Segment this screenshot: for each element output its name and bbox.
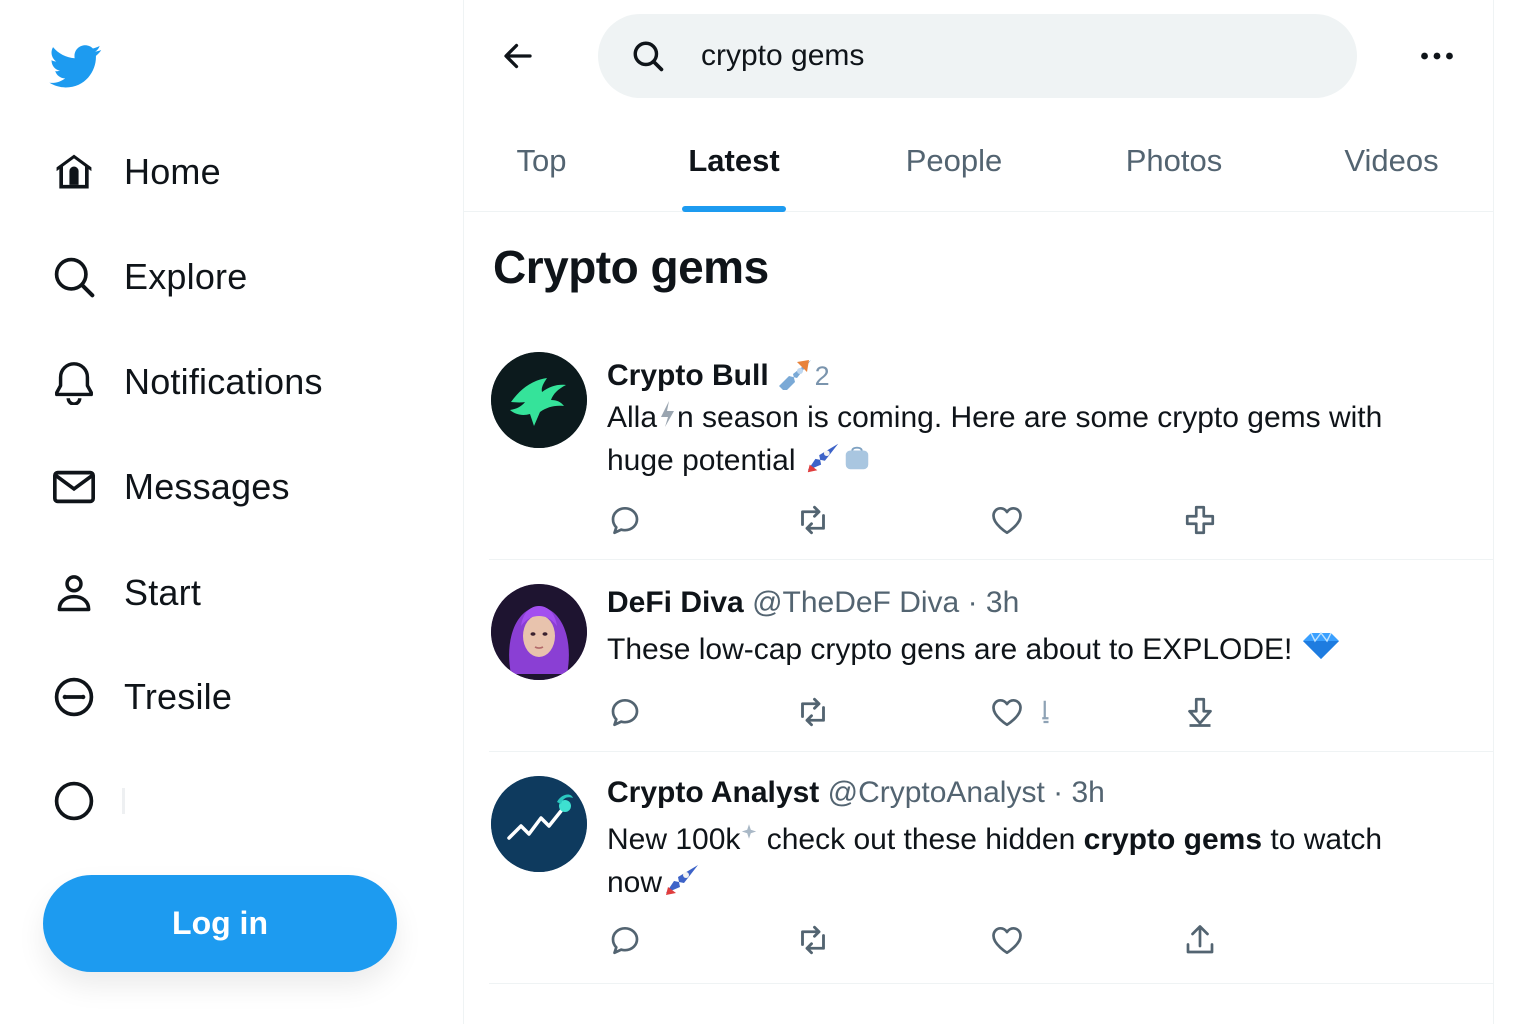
display-name[interactable]: Crypto Bull <box>607 359 769 392</box>
tweet-text: New 100k check out these hidden crypto g… <box>607 820 1467 907</box>
retweet-icon[interactable] <box>795 500 831 540</box>
search-icon <box>50 253 98 301</box>
tweet-text-part: These low-cap crypto gens are about to E… <box>607 633 1293 666</box>
rocket-emoji-icon <box>662 861 702 907</box>
avatar[interactable] <box>491 584 587 680</box>
share-icon[interactable] <box>1182 920 1218 960</box>
gem-emoji-icon <box>1301 631 1341 671</box>
sidebar-item-notifications[interactable]: Notifications <box>50 352 323 412</box>
download-icon[interactable] <box>1182 692 1218 732</box>
avatar[interactable] <box>491 352 587 448</box>
tweet-header: Crypto Analyst @CryptoAnalyst · 3h <box>607 776 1105 810</box>
search-tabs: Top Latest People Photos Videos <box>464 110 1494 212</box>
tab-label: Videos <box>1344 143 1439 178</box>
main-column: Top Latest People Photos Videos Crypto g… <box>463 0 1494 1024</box>
sidebar-item-label: Explore <box>124 256 248 297</box>
share-icon[interactable] <box>1182 500 1218 540</box>
tweet-header: DeFi Diva @TheDeF Diva · 3h <box>607 586 1019 620</box>
tweet-text-part: to watch <box>1262 823 1383 856</box>
tab-label: Latest <box>688 143 780 178</box>
envelope-icon <box>50 463 98 511</box>
like-icon[interactable] <box>989 692 1055 732</box>
like-icon[interactable] <box>989 500 1025 540</box>
tweet-text: These low-cap crypto gens are about to E… <box>607 630 1467 671</box>
display-name[interactable]: DeFi Diva <box>607 586 744 619</box>
tweet-text-part: now <box>607 866 663 899</box>
sparkle-emoji-icon <box>740 821 758 861</box>
tweet-actions <box>607 500 1247 540</box>
search-box[interactable] <box>598 14 1357 98</box>
search-icon <box>630 38 666 74</box>
reply-icon[interactable] <box>607 692 643 732</box>
tweet[interactable]: Crypto Analyst @CryptoAnalyst · 3h New 1… <box>489 752 1493 984</box>
handle-and-time[interactable]: @TheDeF Diva · 3h <box>752 586 1019 619</box>
reply-icon[interactable] <box>607 920 643 960</box>
sidebar: Home Explore Notifications Messages Star… <box>0 0 463 1024</box>
sidebar-item-label: Start <box>124 572 202 613</box>
tweet-actions <box>607 920 1247 960</box>
tweet[interactable]: DeFi Diva @TheDeF Diva · 3h These low-ca… <box>489 560 1493 752</box>
sidebar-item-label: Home <box>124 151 221 192</box>
bell-icon <box>50 358 98 406</box>
tweet-text-part: n season is coming. Here are some crypto… <box>677 401 1383 434</box>
like-icon[interactable] <box>989 920 1025 960</box>
tab-label: Top <box>516 143 567 178</box>
rocket-emoji-icon <box>775 356 815 398</box>
sidebar-item-messages[interactable]: Messages <box>50 457 290 517</box>
tab-top[interactable]: Top <box>484 110 599 212</box>
twitter-bird-icon[interactable] <box>46 40 106 92</box>
reply-icon[interactable] <box>607 500 643 540</box>
handle-and-time[interactable]: @CryptoAnalyst · 3h <box>828 776 1105 809</box>
home-icon <box>50 148 98 196</box>
tweet-text-part: Alla <box>607 401 658 434</box>
tab-videos[interactable]: Videos <box>1324 110 1459 212</box>
back-arrow-icon[interactable] <box>496 34 540 78</box>
person-icon <box>50 569 98 617</box>
display-name[interactable]: Crypto Analyst <box>607 776 819 809</box>
circle-dash-icon <box>50 673 98 721</box>
sidebar-item-start[interactable]: Start <box>50 563 201 623</box>
tweet-text-part: huge potential <box>607 444 796 477</box>
tweet[interactable]: Crypto Bull 2 Alla n season is coming. He… <box>489 340 1493 560</box>
tweet-text-part: New 100k <box>607 823 741 856</box>
bag-emoji-icon <box>842 442 872 482</box>
tweet-text-highlight: crypto gems <box>1083 823 1263 856</box>
tweet-actions <box>607 692 1247 732</box>
tab-people[interactable]: People <box>884 110 1024 212</box>
retweet-icon[interactable] <box>795 692 831 732</box>
circle-icon <box>50 777 98 825</box>
retweet-icon[interactable] <box>795 920 831 960</box>
sidebar-item-label: Tresile <box>124 676 233 717</box>
more-options-icon[interactable] <box>1412 36 1462 76</box>
sidebar-item-more[interactable] <box>50 771 125 831</box>
tab-label: People <box>905 143 1003 178</box>
active-tab-indicator <box>682 206 786 212</box>
avatar[interactable] <box>491 776 587 872</box>
lightning-emoji-icon <box>657 399 677 439</box>
label-placeholder <box>122 788 125 814</box>
rocket-emoji-icon <box>804 439 842 485</box>
tweet-header: Crypto Bull 2 <box>607 356 830 398</box>
sidebar-item-tresile[interactable]: Tresile <box>50 667 232 727</box>
tab-label: Photos <box>1125 143 1223 178</box>
sidebar-item-label: Messages <box>124 466 290 507</box>
tab-latest[interactable]: Latest <box>664 110 804 212</box>
section-title: Crypto gems <box>493 241 769 293</box>
sidebar-item-home[interactable]: Home <box>50 142 221 202</box>
like-count-glyph <box>1042 700 1049 724</box>
sidebar-item-label: Notifications <box>124 361 323 402</box>
tweet-text-part: check out these hidden <box>758 823 1084 856</box>
tab-photos[interactable]: Photos <box>1104 110 1244 212</box>
login-button[interactable]: Log in <box>43 875 397 972</box>
sidebar-item-explore[interactable]: Explore <box>50 247 247 307</box>
search-input[interactable] <box>701 39 1301 73</box>
name-suffix: 2 <box>814 360 830 391</box>
tweet-text: Alla n season is coming. Here are some cr… <box>607 398 1467 485</box>
